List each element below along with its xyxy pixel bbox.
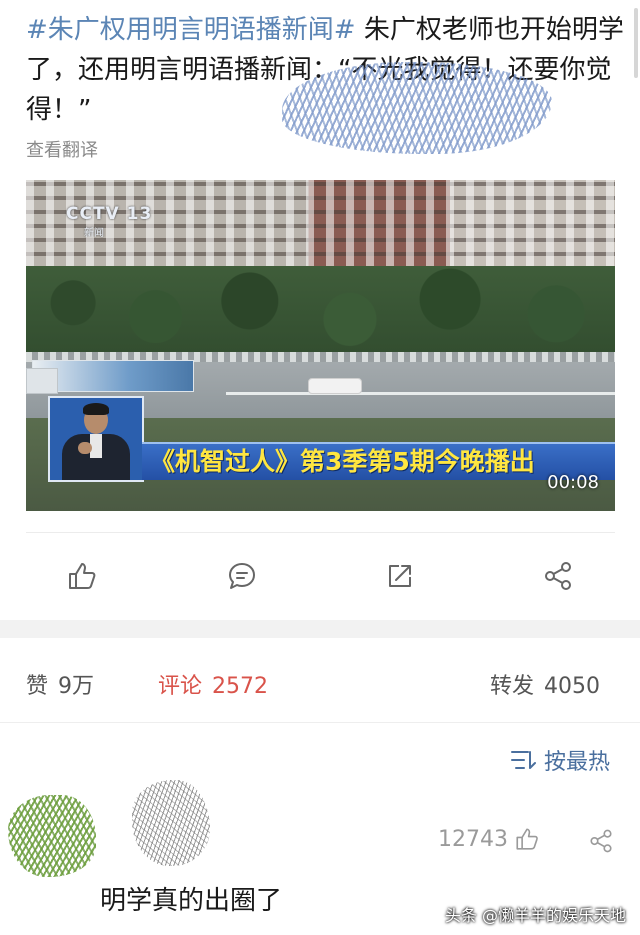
section-gap [0,620,640,638]
likes-label: 赞 [26,674,49,699]
comment-like-button[interactable]: 12743 [438,826,540,852]
repost-icon[interactable] [384,560,416,592]
watermark: 头条 @懒羊羊的娱乐天地 [444,906,626,925]
channel-logo: CCTV 13 [66,204,153,224]
video-lane [226,392,615,395]
anchor-hand [78,442,92,454]
translate-link[interactable]: 查看翻译 [26,136,98,162]
comments-value: 2572 [212,674,269,699]
username-scribble [132,780,210,866]
share-icon[interactable] [542,560,574,592]
news-banner-text: 《机智过人》第3季第5期今晚播出 [150,447,535,476]
sort-label: 按最热 [544,750,611,775]
hashtag-link[interactable]: #朱广权用明言明语播新闻# [26,15,356,45]
video-truck-cab [26,368,58,394]
news-banner: 《机智过人》第3季第5期今晚播出 [142,442,615,480]
scrollbar[interactable] [634,8,638,78]
likes-value: 9万 [58,674,95,699]
sort-icon [511,751,536,769]
comment-icon[interactable] [226,560,258,592]
video-timecode: 00:08 [547,472,599,493]
divider [26,532,615,533]
avatar-scribble [8,795,96,877]
likes-stat[interactable]: 赞 9万 [26,668,94,700]
comments-stat[interactable]: 评论 2572 [158,668,268,700]
reposts-value: 4050 [544,674,601,699]
video-car [308,378,362,394]
sort-hottest-button[interactable]: 按最热 [510,744,610,776]
divider [0,722,640,723]
reposts-label: 转发 [490,674,535,699]
video-trees [26,266,615,358]
comment-text: 明学真的出圈了 [100,886,283,916]
comment-like-count: 12743 [438,826,508,852]
thumb-up-icon [516,828,538,850]
video-player[interactable]: CCTV 13 新闻 《机智过人》第3季第5期今晚播出 00:08 [26,180,615,511]
channel-logo-sub: 新闻 [84,228,104,239]
comments-label: 评论 [158,674,203,699]
news-anchor-inset [48,396,144,482]
anchor-hair [83,403,109,415]
reposts-stat[interactable]: 转发 4050 [490,668,600,700]
thumb-up-icon[interactable] [66,560,98,592]
comment-share-icon[interactable] [588,828,614,858]
redaction-scribble [282,62,552,154]
